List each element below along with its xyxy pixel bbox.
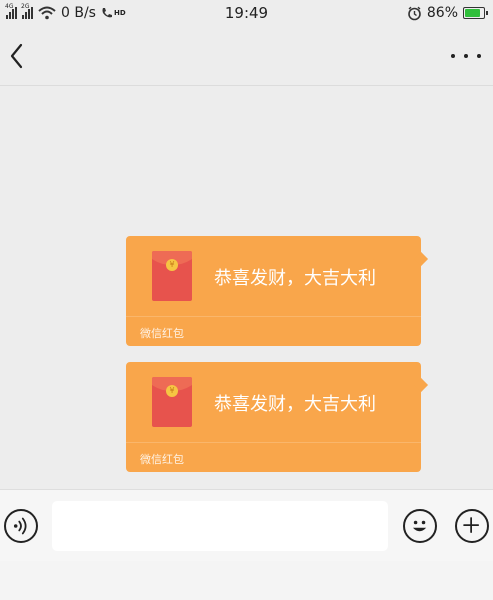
bubble-tail (413, 251, 429, 267)
more-dot (477, 54, 481, 58)
network-speed: 0 B/s (61, 5, 96, 21)
emoji-icon (412, 520, 427, 532)
red-packet-label: 微信红包 (140, 327, 184, 340)
bubble-tail (413, 377, 429, 393)
back-button[interactable] (4, 40, 32, 72)
more-button[interactable] (451, 44, 481, 68)
red-packet-label: 微信红包 (140, 453, 184, 466)
battery-fill (465, 9, 480, 17)
red-packet-message[interactable]: ¥ 恭喜发财，大吉大利 微信红包 (126, 362, 429, 472)
battery-icon (463, 7, 488, 19)
more-dot (451, 54, 455, 58)
plus-button[interactable] (455, 509, 489, 543)
signal-icon: 4G (5, 3, 17, 19)
red-envelope-icon: ¥ (152, 251, 192, 301)
red-packet-divider (126, 316, 421, 317)
signal-icon-2: 2G (21, 3, 33, 19)
hd-label: HD (113, 9, 126, 17)
plus-icon (463, 517, 480, 534)
voice-icon (13, 517, 27, 535)
input-bar (0, 489, 493, 561)
alarm-icon (408, 6, 421, 20)
red-packet-greeting: 恭喜发财，大吉大利 (214, 394, 376, 415)
battery-percent: 86% (426, 5, 458, 21)
chat-area[interactable]: ¥ 恭喜发财，大吉大利 微信红包 ¥ 恭喜发财，大吉大利 微信红包 (0, 87, 493, 487)
emoji-button[interactable] (403, 509, 437, 543)
red-packet-greeting: 恭喜发财，大吉大利 (214, 268, 376, 289)
red-packet-message[interactable]: ¥ 恭喜发财，大吉大利 微信红包 (126, 236, 429, 346)
red-packet-divider (126, 442, 421, 443)
voice-button[interactable] (4, 509, 38, 543)
status-bar: 4G 2G 0 B/s HD 19:49 86% (0, 0, 493, 26)
message-input[interactable] (52, 501, 388, 551)
red-envelope-icon: ¥ (152, 377, 192, 427)
nav-bar (0, 26, 493, 86)
wifi-icon (38, 6, 56, 20)
status-left: 4G 2G 0 B/s HD (5, 3, 126, 21)
hd-call-icon: HD (101, 7, 126, 19)
bottom-panel (0, 561, 493, 600)
status-right: 86% (407, 5, 488, 21)
chevron-left-icon (10, 43, 23, 69)
more-dot (464, 54, 468, 58)
signal-type-label: 4G (5, 3, 14, 10)
signal-type-label-2: 2G (21, 3, 30, 10)
